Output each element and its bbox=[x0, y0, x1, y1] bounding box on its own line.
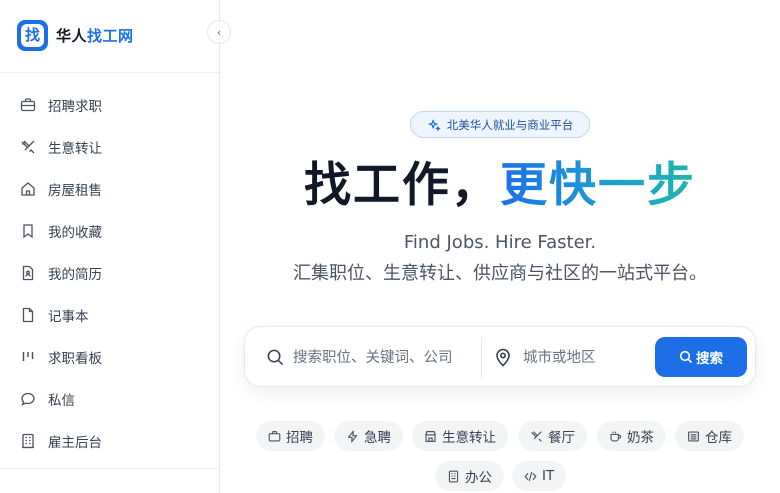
location-input[interactable] bbox=[523, 345, 643, 370]
sidebar-item-notebook[interactable]: 记事本 bbox=[0, 294, 219, 336]
sidebar-item-label: 我的收藏 bbox=[48, 225, 102, 241]
sidebar-nav: 招聘求职 生意转让 房屋租售 我的收藏 我的简历 记事本 求职看板 私信 雇主后… bbox=[0, 84, 219, 462]
logo-char: 找 bbox=[21, 24, 44, 47]
code-icon bbox=[524, 471, 537, 481]
sidebar-item-messages[interactable]: 私信 bbox=[0, 378, 219, 420]
warehouse-icon bbox=[688, 430, 699, 442]
sidebar-item-jobs[interactable]: 招聘求职 bbox=[0, 84, 219, 126]
brand-name-part1: 华人 bbox=[56, 27, 88, 45]
building-icon bbox=[22, 433, 34, 449]
chip-it[interactable]: IT bbox=[512, 461, 567, 491]
sidebar-item-housing[interactable]: 房屋租售 bbox=[0, 168, 219, 210]
search-icon bbox=[679, 350, 693, 364]
brand-name-part2: 找工网 bbox=[87, 27, 134, 45]
sidebar: 找 华人找工网 招聘求职 生意转让 房屋租售 我的收藏 我的简历 记事本 求职看… bbox=[0, 0, 220, 493]
cup-icon bbox=[610, 431, 622, 442]
sidebar-divider bbox=[0, 468, 219, 469]
lightning-icon bbox=[347, 430, 358, 442]
chip-label: 急聘 bbox=[364, 430, 391, 446]
chip-label: 奶茶 bbox=[627, 430, 654, 446]
badge-text: 北美华人就业与商业平台 bbox=[446, 117, 574, 132]
chip-label: 招聘 bbox=[286, 430, 313, 446]
resume-icon bbox=[22, 265, 34, 281]
utensils-icon bbox=[531, 430, 542, 442]
store-icon bbox=[425, 430, 436, 442]
sidebar-item-label: 雇主后台 bbox=[48, 435, 102, 451]
notebook-icon bbox=[22, 307, 34, 323]
message-icon bbox=[21, 392, 35, 406]
sidebar-item-label: 记事本 bbox=[48, 309, 89, 325]
logo-icon: 找 bbox=[17, 20, 48, 51]
briefcase-icon bbox=[20, 98, 36, 112]
sidebar-item-label: 生意转让 bbox=[48, 141, 102, 157]
brand-logo[interactable]: 找 华人找工网 bbox=[17, 20, 134, 51]
search-icon bbox=[267, 349, 284, 366]
chip-label: 办公 bbox=[465, 470, 492, 486]
chip-label: 仓库 bbox=[705, 430, 732, 446]
kanban-icon bbox=[22, 352, 34, 361]
chip-milk-tea[interactable]: 奶茶 bbox=[597, 421, 666, 451]
chip-label: 生意转让 bbox=[442, 430, 496, 446]
sidebar-item-favorites[interactable]: 我的收藏 bbox=[0, 210, 219, 252]
sparkle-icon bbox=[428, 119, 441, 131]
main-content: 北美华人就业与商业平台 找工作，更快一步 Find Jobs. Hire Fas… bbox=[220, 0, 780, 493]
chip-restaurant[interactable]: 餐厅 bbox=[518, 421, 587, 451]
sidebar-item-label: 求职看板 bbox=[48, 351, 102, 367]
chip-label: 餐厅 bbox=[548, 430, 575, 446]
chip-warehouse[interactable]: 仓库 bbox=[675, 421, 744, 451]
chip-urgent[interactable]: 急聘 bbox=[334, 421, 403, 451]
chip-label: IT bbox=[542, 468, 555, 484]
sidebar-item-label: 房屋租售 bbox=[48, 183, 102, 199]
chevron-left-icon: ‹ bbox=[216, 25, 222, 39]
location-pin-icon bbox=[496, 348, 510, 367]
chip-business-transfer[interactable]: 生意转让 bbox=[412, 421, 508, 451]
hero-subtitle-en: Find Jobs. Hire Faster. bbox=[403, 232, 597, 253]
hero-title-part1: 找工作， bbox=[304, 158, 500, 213]
bookmark-icon bbox=[23, 224, 33, 239]
sidebar-item-label: 我的简历 bbox=[48, 267, 102, 283]
hero-subtitle-zh: 汇集职位、生意转让、供应商与社区的一站式平台。 bbox=[293, 263, 707, 284]
sidebar-item-resume[interactable]: 我的简历 bbox=[0, 252, 219, 294]
search-button[interactable]: 搜索 bbox=[655, 337, 747, 377]
chip-jobs[interactable]: 招聘 bbox=[256, 421, 325, 451]
sidebar-item-label: 招聘求职 bbox=[48, 99, 102, 115]
chip-office[interactable]: 办公 bbox=[435, 461, 504, 491]
sidebar-item-kanban[interactable]: 求职看板 bbox=[0, 336, 219, 378]
sidebar-divider bbox=[0, 72, 219, 73]
collapse-sidebar-button[interactable]: ‹ bbox=[207, 20, 231, 44]
brand-name: 华人找工网 bbox=[56, 25, 134, 46]
sidebar-item-employer[interactable]: 雇主后台 bbox=[0, 420, 219, 462]
briefcase-icon bbox=[268, 430, 281, 442]
hero-title-part2: 更快一步 bbox=[500, 158, 696, 213]
handshake-icon bbox=[21, 140, 35, 154]
sidebar-item-label: 私信 bbox=[48, 393, 75, 409]
office-icon bbox=[448, 470, 459, 482]
search-button-label: 搜索 bbox=[696, 351, 723, 367]
keyword-search-input[interactable] bbox=[293, 345, 463, 370]
home-icon bbox=[21, 182, 35, 196]
platform-badge: 北美华人就业与商业平台 bbox=[410, 111, 590, 138]
sidebar-item-business[interactable]: 生意转让 bbox=[0, 126, 219, 168]
hero-title: 找工作，更快一步 bbox=[220, 154, 780, 218]
search-bar: 搜索 bbox=[244, 326, 756, 387]
search-divider bbox=[481, 337, 482, 378]
